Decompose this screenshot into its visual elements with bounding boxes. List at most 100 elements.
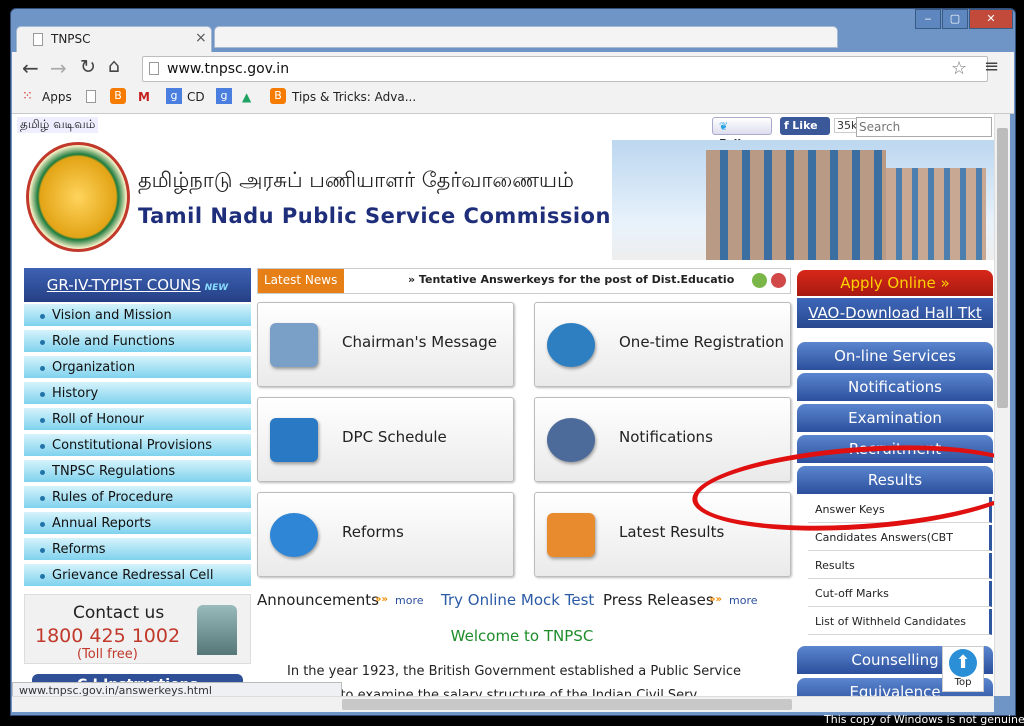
google-icon[interactable]: g bbox=[216, 88, 232, 104]
forward-icon[interactable]: → bbox=[50, 56, 67, 80]
results-submenu-item[interactable]: Results bbox=[808, 553, 992, 579]
left-menu-item[interactable]: TNPSC Regulations bbox=[24, 460, 251, 484]
header-title-tamil: தமிழ்நாடு அரசுப் பணியாளர் தேர்வாணையம் bbox=[138, 168, 574, 192]
gmail-icon[interactable]: M bbox=[138, 88, 150, 106]
tab-title: TNPSC bbox=[51, 32, 91, 46]
new-tab-button[interactable] bbox=[214, 26, 838, 48]
tab-close-icon[interactable]: × bbox=[195, 30, 207, 46]
left-menu-item[interactable]: Rules of Procedure bbox=[24, 486, 251, 510]
stop-icon[interactable] bbox=[771, 273, 786, 288]
ticker-text[interactable]: » Tentative Answerkeys for the post of D… bbox=[408, 273, 734, 286]
chairman-message-icon bbox=[270, 323, 318, 367]
facebook-like-button[interactable]: f Like bbox=[780, 117, 830, 135]
scroll-thumb[interactable] bbox=[342, 699, 792, 710]
close-window-button[interactable]: ✕ bbox=[969, 9, 1013, 29]
arrows-icon: »» bbox=[709, 594, 722, 605]
tamil-version-link[interactable]: தமிழ் வடிவம் bbox=[17, 117, 99, 133]
page-icon[interactable] bbox=[86, 90, 96, 103]
building-image bbox=[612, 140, 994, 260]
bookmark-cd[interactable]: CD bbox=[187, 88, 205, 106]
new-badge: NEW bbox=[204, 283, 229, 293]
reforms-icon bbox=[270, 513, 318, 557]
top-button[interactable]: ⬆ Top bbox=[942, 646, 984, 692]
right-menu-examination[interactable]: Examination bbox=[797, 404, 993, 432]
left-menu-item[interactable]: History bbox=[24, 382, 251, 406]
more-link[interactable]: more bbox=[729, 594, 758, 607]
card-label: Chairman's Message bbox=[342, 333, 498, 351]
page-icon bbox=[149, 62, 159, 75]
vertical-scrollbar[interactable] bbox=[994, 114, 1010, 696]
gr-iv-banner[interactable]: GR-IV-TYPIST COUNS NEW bbox=[24, 268, 251, 302]
announcements-link[interactable]: Announcements bbox=[257, 591, 379, 609]
card-2[interactable]: DPC Schedule bbox=[257, 397, 514, 482]
address-bar[interactable]: www.tnpsc.gov.in ☆ bbox=[142, 56, 988, 82]
tab-tnpsc[interactable]: TNPSC × bbox=[16, 26, 212, 52]
play-icon[interactable] bbox=[752, 273, 767, 288]
twitter-bird-icon: ❦ bbox=[719, 120, 729, 133]
apps-icon[interactable]: ⁙ bbox=[22, 88, 33, 106]
announcements-row: Announcements »» more Try Online Mock Te… bbox=[257, 591, 787, 613]
star-icon[interactable]: ☆ bbox=[951, 58, 967, 79]
card-0[interactable]: Chairman's Message bbox=[257, 302, 514, 387]
latest-news-label: Latest News bbox=[258, 269, 344, 293]
google-icon[interactable]: g bbox=[166, 88, 182, 104]
results-submenu-item[interactable]: List of Withheld Candidates bbox=[808, 609, 992, 635]
bookmark-apps[interactable]: Apps bbox=[42, 88, 72, 106]
card-1[interactable]: One-time Registration bbox=[534, 302, 791, 387]
reload-icon[interactable]: ↻ bbox=[80, 56, 96, 78]
left-menu-item[interactable]: Constitutional Provisions bbox=[24, 434, 251, 458]
home-icon[interactable]: ⌂ bbox=[108, 55, 120, 77]
contact-title: Contact us bbox=[73, 603, 165, 623]
press-releases-link[interactable]: Press Releases bbox=[603, 591, 714, 609]
card-4[interactable]: Reforms bbox=[257, 492, 514, 577]
left-menu-item[interactable]: Vision and Mission bbox=[24, 304, 251, 328]
facebook-icon: f bbox=[784, 119, 789, 132]
news-ticker: Latest News » Tentative Answerkeys for t… bbox=[257, 268, 791, 294]
back-icon[interactable]: ← bbox=[22, 56, 39, 80]
page-icon bbox=[33, 33, 43, 46]
clock-icon bbox=[547, 418, 595, 462]
left-menu-item[interactable]: Role and Functions bbox=[24, 330, 251, 354]
top-label: Top bbox=[954, 677, 972, 688]
minimize-button[interactable]: ‒ bbox=[915, 9, 941, 29]
left-menu-item[interactable]: Roll of Honour bbox=[24, 408, 251, 432]
status-url: www.tnpsc.gov.in/answerkeys.html bbox=[19, 684, 212, 696]
up-arrow-icon: ⬆ bbox=[949, 649, 977, 677]
card-label: DPC Schedule bbox=[342, 428, 447, 446]
like-label: Like bbox=[792, 119, 818, 132]
left-menu-item[interactable]: Grievance Redressal Cell bbox=[24, 564, 251, 588]
status-bubble: www.tnpsc.gov.in/answerkeys.html bbox=[12, 682, 342, 696]
vao-hall-ticket-button[interactable]: VAO-Download Hall Tkt bbox=[797, 298, 993, 328]
search-input[interactable] bbox=[856, 117, 992, 137]
browser-toolbar: ← → ↻ ⌂ www.tnpsc.gov.in ☆ ≡ ⁙ Apps B M … bbox=[12, 52, 1014, 114]
more-link[interactable]: more bbox=[395, 594, 424, 607]
bookmark-tips[interactable]: Tips & Tricks: Adva... bbox=[292, 88, 416, 106]
horizontal-scrollbar[interactable] bbox=[12, 696, 994, 712]
card-label: Notifications bbox=[619, 428, 713, 446]
right-menu-on-line-services[interactable]: On-line Services bbox=[797, 342, 993, 370]
welcome-heading: Welcome to TNPSC bbox=[450, 627, 594, 645]
contact-box: Contact us 1800 425 1002 (Toll free) bbox=[24, 594, 251, 664]
banner-text: GR-IV-TYPIST COUNS bbox=[46, 276, 201, 294]
header-title-english: Tamil Nadu Public Service Commission bbox=[138, 204, 611, 228]
apply-online-button[interactable]: Apply Online » bbox=[797, 270, 993, 296]
left-menu-item[interactable]: Organization bbox=[24, 356, 251, 380]
blogger-icon[interactable]: B bbox=[270, 88, 286, 104]
results-chart-icon bbox=[547, 513, 595, 557]
results-submenu-item[interactable]: Cut-off Marks bbox=[808, 581, 992, 607]
url-text: www.tnpsc.gov.in bbox=[167, 61, 290, 77]
menu-icon[interactable]: ≡ bbox=[984, 56, 999, 77]
mailbox-icon bbox=[197, 605, 237, 655]
right-menu-notifications[interactable]: Notifications bbox=[797, 373, 993, 401]
maximize-button[interactable]: ▢ bbox=[942, 9, 968, 29]
scroll-thumb[interactable] bbox=[997, 128, 1008, 408]
drive-icon[interactable]: ▲ bbox=[242, 88, 251, 106]
blogger-icon[interactable]: B bbox=[110, 88, 126, 104]
header-banner: தமிழ்நாடு அரசுப் பணியாளர் தேர்வாணையம் Ta… bbox=[12, 140, 994, 260]
mock-test-link[interactable]: Try Online Mock Test bbox=[441, 591, 594, 609]
webpage: தமிழ் வடிவம் ❦ Follow f Like 35k தமிழ்நா… bbox=[12, 114, 994, 696]
left-menu-item[interactable]: Reforms bbox=[24, 538, 251, 562]
twitter-follow-button[interactable]: ❦ Follow bbox=[712, 117, 772, 150]
intro-paragraph: In the year 1923, the British Government… bbox=[287, 664, 742, 679]
left-menu-item[interactable]: Annual Reports bbox=[24, 512, 251, 536]
